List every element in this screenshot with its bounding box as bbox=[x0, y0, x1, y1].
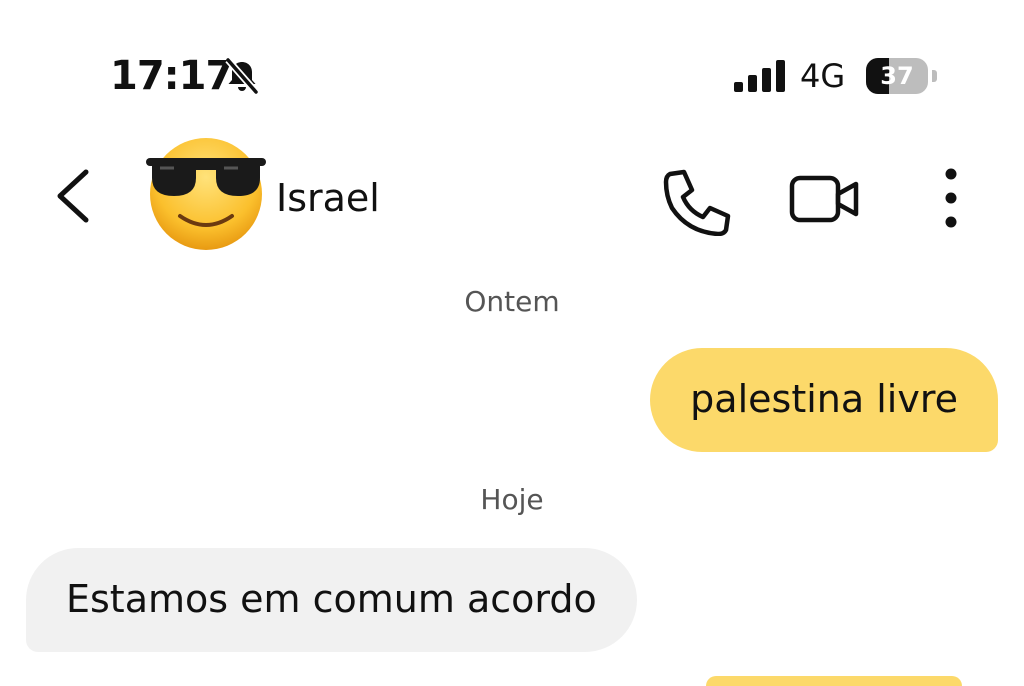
battery-percent: 37 bbox=[880, 62, 914, 90]
network-type: 4G bbox=[800, 57, 846, 95]
status-bar: 17:17 4G 37 bbox=[0, 0, 1024, 110]
battery-body: 37 bbox=[866, 58, 928, 94]
phone-icon[interactable] bbox=[656, 164, 732, 236]
vertical-ellipsis-icon[interactable] bbox=[930, 164, 972, 236]
battery-indicator: 37 bbox=[866, 58, 940, 94]
bell-slash-icon bbox=[225, 57, 259, 95]
contact-name[interactable]: Israel bbox=[276, 176, 380, 220]
date-separator-yesterday: Ontem bbox=[464, 285, 560, 318]
message-bubble-outgoing-partial[interactable] bbox=[706, 676, 962, 686]
clock: 17:17 bbox=[110, 53, 233, 99]
chat-header: Israel bbox=[0, 120, 1024, 270]
message-bubble-incoming[interactable]: Estamos em comum acordo bbox=[26, 548, 637, 652]
battery-tip bbox=[932, 70, 937, 82]
video-camera-icon[interactable] bbox=[786, 168, 864, 232]
chevron-left-icon[interactable] bbox=[44, 164, 104, 228]
message-bubble-outgoing[interactable]: palestina livre bbox=[650, 348, 998, 452]
date-separator-today: Hoje bbox=[480, 483, 544, 516]
signal-bars-icon bbox=[734, 60, 785, 92]
avatar-sunglasses-emoji[interactable] bbox=[140, 132, 272, 252]
